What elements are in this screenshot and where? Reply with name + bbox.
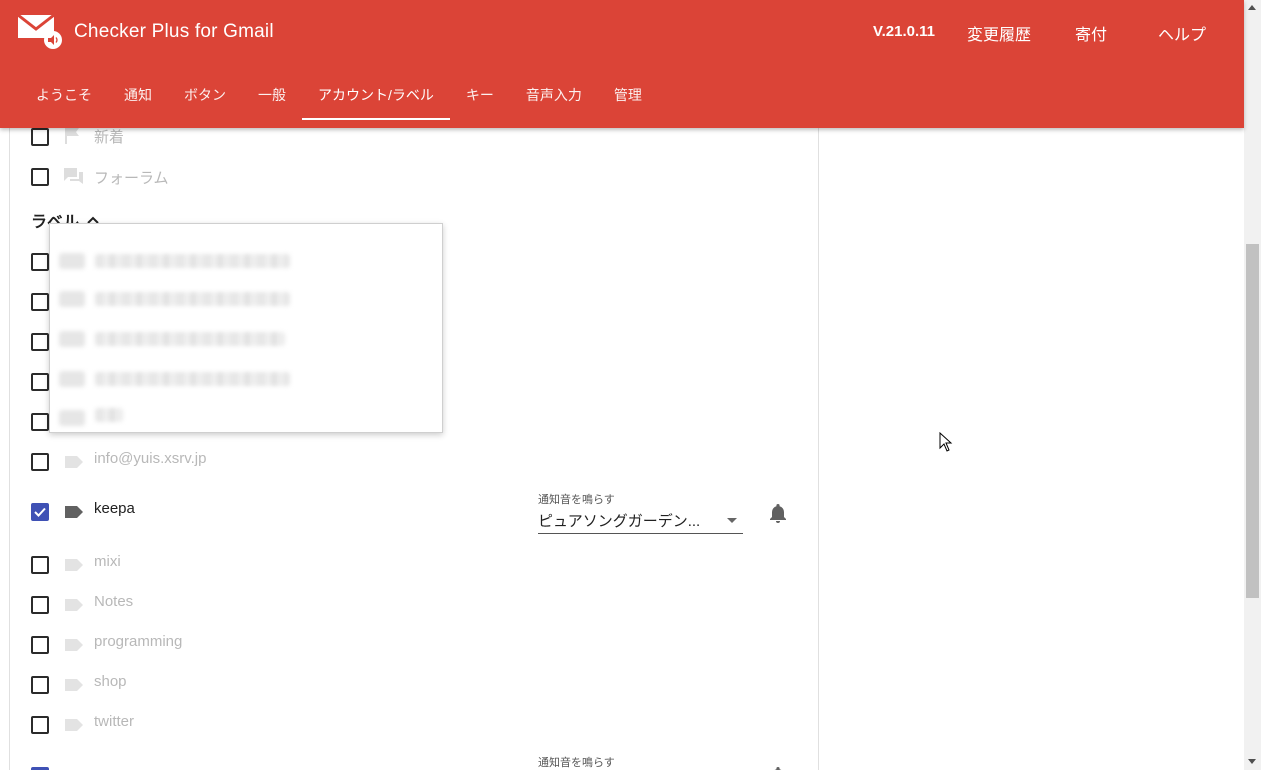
label-tag-icon	[65, 559, 83, 571]
redacted-text	[95, 292, 290, 306]
label-checkbox[interactable]	[31, 636, 49, 654]
checkmark-icon	[34, 507, 46, 517]
label-checkbox[interactable]	[31, 293, 49, 311]
tab-keys[interactable]: キー	[450, 72, 510, 118]
label-tag-icon	[65, 639, 83, 651]
label-row: info@yuis.xsrv.jp	[10, 440, 818, 480]
label-row: shop	[10, 663, 818, 703]
label-tag-icon	[65, 599, 83, 611]
redacted-icon	[59, 410, 85, 426]
label-tag-icon	[65, 506, 83, 518]
tab-welcome[interactable]: ようこそ	[20, 72, 108, 118]
label-row: Notes	[10, 583, 818, 623]
sound-select[interactable]: ピュアソングガーデン...	[538, 507, 743, 534]
category-label: フォーラム	[94, 170, 169, 187]
redacted-icon	[59, 371, 85, 387]
label-name: programming	[94, 633, 183, 650]
label-checkbox[interactable]	[31, 676, 49, 694]
tab-button[interactable]: ボタン	[168, 72, 242, 118]
redacted-icon	[59, 291, 85, 307]
label-tag-icon	[65, 719, 83, 731]
redacted-text	[95, 254, 290, 268]
category-row: 新着	[10, 128, 818, 157]
category-label: 新着	[94, 129, 125, 146]
label-name: info@yuis.xsrv.jp	[94, 450, 207, 467]
scroll-down-arrow-icon[interactable]	[1248, 759, 1256, 764]
redacted-text	[95, 372, 290, 386]
help-link[interactable]: ヘルプ	[1158, 21, 1206, 45]
scroll-up-arrow-icon[interactable]	[1248, 5, 1256, 10]
app-title: Checker Plus for Gmail	[74, 21, 274, 42]
mouse-cursor-icon	[939, 432, 953, 452]
label-row: mixi	[10, 543, 818, 583]
tab-notifications[interactable]: 通知	[108, 72, 168, 118]
label-name: shop	[94, 673, 127, 690]
version-label: V.21.0.11	[873, 23, 936, 40]
label-row: keepa 通知音を鳴らす ピュアソングガーデン...	[10, 490, 818, 542]
label-row-partial: 通知音を鳴らす	[10, 753, 818, 770]
tab-voice-input[interactable]: 音声入力	[510, 72, 598, 118]
label-name: Notes	[94, 593, 134, 610]
scrollbar-thumb[interactable]	[1246, 244, 1259, 598]
redacted-text	[95, 332, 285, 346]
dropdown-arrow-icon	[727, 518, 737, 523]
label-name: mixi	[94, 553, 121, 570]
label-row: programming	[10, 623, 818, 663]
gmail-envelope-speaker-icon	[17, 13, 62, 49]
app-header: Checker Plus for Gmail V.21.0.11 変更履歴 寄付…	[0, 0, 1244, 128]
label-checkbox[interactable]	[31, 596, 49, 614]
donate-link[interactable]: 寄付	[1075, 21, 1107, 45]
tab-admin[interactable]: 管理	[598, 72, 658, 118]
label-name: keepa	[94, 500, 135, 517]
sound-select-value: ピュアソングガーデン...	[538, 513, 701, 530]
settings-tabs: ようこそ 通知 ボタン 一般 アカウント/ラベル キー 音声入力 管理	[20, 72, 658, 120]
label-checkbox[interactable]	[31, 453, 49, 471]
forum-icon	[64, 168, 83, 184]
category-row: フォーラム	[10, 157, 818, 197]
label-row: twitter	[10, 703, 818, 743]
label-checkbox[interactable]	[31, 373, 49, 391]
category-checkbox[interactable]	[31, 128, 49, 146]
label-checkbox[interactable]	[31, 556, 49, 574]
flag-icon	[65, 128, 79, 144]
sound-field-label: 通知音を鳴らす	[538, 494, 615, 506]
bell-icon[interactable]	[768, 502, 788, 524]
tab-general[interactable]: 一般	[242, 72, 302, 118]
label-tag-icon	[65, 456, 83, 468]
page-scrollbar[interactable]	[1244, 0, 1261, 770]
redacted-text	[95, 408, 123, 422]
redacted-icon	[59, 253, 85, 269]
bell-icon[interactable]	[768, 765, 788, 770]
label-checkbox[interactable]	[31, 413, 49, 431]
label-checkbox[interactable]	[31, 253, 49, 271]
sound-field-label: 通知音を鳴らす	[538, 757, 615, 769]
label-checkbox[interactable]	[31, 716, 49, 734]
history-link[interactable]: 変更履歴	[967, 21, 1031, 45]
redacted-icon	[59, 331, 85, 347]
tab-accounts-labels[interactable]: アカウント/ラベル	[302, 72, 450, 120]
label-tag-icon	[65, 679, 83, 691]
label-checkbox[interactable]	[31, 503, 49, 521]
label-name: twitter	[94, 713, 135, 730]
redacted-popup	[49, 223, 443, 433]
category-checkbox[interactable]	[31, 168, 49, 186]
label-checkbox[interactable]	[31, 333, 49, 351]
